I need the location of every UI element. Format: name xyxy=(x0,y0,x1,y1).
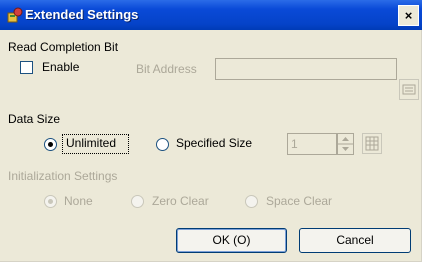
initialization-group-label: Initialization Settings xyxy=(8,169,118,183)
zero-clear-label: Zero Clear xyxy=(152,194,209,208)
size-keypad-button[interactable] xyxy=(362,133,382,154)
keypad-icon xyxy=(402,84,416,95)
size-spinner[interactable] xyxy=(337,133,354,155)
zero-clear-radio[interactable] xyxy=(131,195,144,208)
cancel-button[interactable]: Cancel xyxy=(299,228,411,253)
read-completion-group-label: Read Completion Bit xyxy=(8,40,119,54)
close-button[interactable]: × xyxy=(398,5,419,26)
window-title: Extended Settings xyxy=(25,7,139,22)
bit-address-label: Bit Address xyxy=(136,62,197,76)
unlimited-label[interactable]: Unlimited xyxy=(66,136,116,150)
none-radio[interactable] xyxy=(44,195,57,208)
specified-size-radio[interactable] xyxy=(156,138,169,151)
close-icon: × xyxy=(404,8,413,23)
space-clear-label: Space Clear xyxy=(266,194,333,208)
keypad-grid-icon xyxy=(365,136,379,151)
space-clear-radio[interactable] xyxy=(245,195,258,208)
enable-label[interactable]: Enable xyxy=(42,60,79,74)
specified-size-input[interactable]: 1 xyxy=(287,133,337,155)
enable-checkbox[interactable] xyxy=(20,61,33,74)
unlimited-radio[interactable] xyxy=(44,138,57,151)
ok-button[interactable]: OK (O) xyxy=(176,228,287,253)
spinner-arrows-icon xyxy=(338,137,353,151)
extended-settings-dialog: Extended Settings × Read Completion Bit … xyxy=(0,0,422,262)
settings-app-icon xyxy=(7,7,23,23)
specified-size-label[interactable]: Specified Size xyxy=(176,136,252,150)
none-label: None xyxy=(64,194,93,208)
bit-address-input[interactable] xyxy=(215,58,397,80)
address-keypad-button[interactable] xyxy=(399,79,419,100)
title-bar[interactable]: Extended Settings × xyxy=(0,0,422,30)
data-size-group-label: Data Size xyxy=(8,112,61,126)
